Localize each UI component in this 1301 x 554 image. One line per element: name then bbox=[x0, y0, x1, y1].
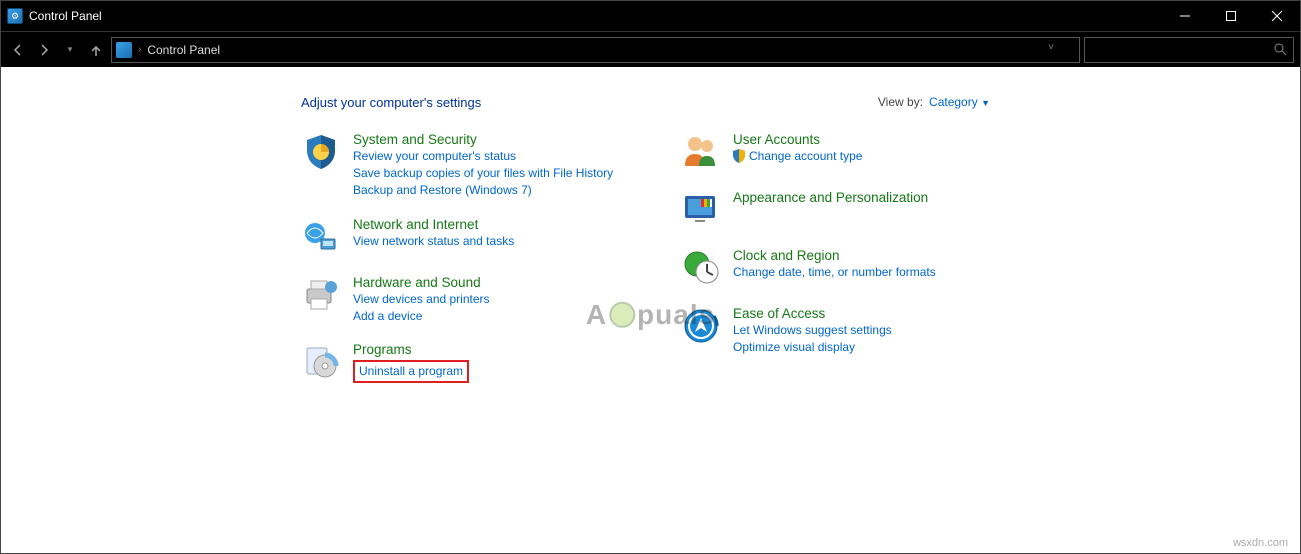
category-link[interactable]: Save backup copies of your files with Fi… bbox=[353, 165, 613, 181]
uninstall-program-link[interactable]: Uninstall a program bbox=[359, 364, 463, 378]
back-button[interactable] bbox=[7, 39, 29, 61]
content-area: Adjust your computer's settings View by:… bbox=[1, 67, 1300, 553]
control-panel-icon: ⚙ bbox=[7, 8, 23, 24]
category-system-security: System and Security Review your computer… bbox=[301, 132, 641, 199]
category-link[interactable]: View network status and tasks bbox=[353, 233, 514, 249]
window-title: Control Panel bbox=[29, 9, 102, 23]
uac-shield-icon bbox=[733, 149, 745, 163]
navbar: ▾ › Control Panel ˅ bbox=[1, 31, 1300, 67]
shield-icon bbox=[301, 132, 341, 172]
close-button[interactable] bbox=[1254, 1, 1300, 31]
forward-button[interactable] bbox=[33, 39, 55, 61]
category-column-left: System and Security Review your computer… bbox=[301, 132, 641, 383]
globe-network-icon bbox=[301, 217, 341, 257]
category-column-right: User Accounts Change account type Appear… bbox=[681, 132, 1021, 383]
address-dropdown-icon[interactable]: ˅ bbox=[1048, 42, 1054, 58]
category-hardware-sound: Hardware and Sound View devices and prin… bbox=[301, 275, 641, 324]
highlight-box: Uninstall a program bbox=[353, 360, 469, 383]
disc-box-icon bbox=[301, 342, 341, 382]
maximize-button[interactable] bbox=[1208, 1, 1254, 31]
footer-attribution: wsxdn.com bbox=[1233, 537, 1288, 549]
titlebar: ⚙ Control Panel bbox=[1, 1, 1300, 31]
breadcrumb-root[interactable]: Control Panel bbox=[147, 43, 220, 57]
category-clock-region: Clock and Region Change date, time, or n… bbox=[681, 248, 1021, 288]
category-ease-of-access: Ease of Access Let Windows suggest setti… bbox=[681, 306, 1021, 355]
ease-of-access-icon bbox=[681, 306, 721, 346]
chevron-right-icon: › bbox=[138, 44, 141, 55]
minimize-button[interactable] bbox=[1162, 1, 1208, 31]
monitor-colors-icon bbox=[681, 190, 721, 230]
category-title[interactable]: System and Security bbox=[353, 132, 613, 147]
address-bar[interactable]: › Control Panel ˅ bbox=[111, 37, 1080, 63]
category-link[interactable]: Optimize visual display bbox=[733, 339, 892, 355]
category-link[interactable]: Add a device bbox=[353, 308, 490, 324]
category-title[interactable]: User Accounts bbox=[733, 132, 862, 147]
category-link[interactable]: Change date, time, or number formats bbox=[733, 264, 936, 280]
category-title[interactable]: Network and Internet bbox=[353, 217, 514, 232]
view-by-label: View by: bbox=[878, 95, 923, 109]
view-by-dropdown[interactable]: Category ▼ bbox=[929, 95, 990, 109]
category-title[interactable]: Programs bbox=[353, 342, 469, 357]
window-controls bbox=[1162, 1, 1300, 31]
category-link[interactable]: View devices and printers bbox=[353, 291, 490, 307]
printer-icon bbox=[301, 275, 341, 315]
chevron-down-icon: ▼ bbox=[981, 98, 990, 108]
category-appearance: Appearance and Personalization bbox=[681, 190, 1021, 230]
search-input[interactable] bbox=[1084, 37, 1294, 63]
refresh-button[interactable] bbox=[1062, 42, 1075, 58]
category-link[interactable]: Change account type bbox=[733, 148, 862, 164]
page-heading: Adjust your computer's settings bbox=[301, 95, 1300, 110]
category-programs: Programs Uninstall a program bbox=[301, 342, 641, 383]
category-link[interactable]: Review your computer's status bbox=[353, 148, 613, 164]
search-icon bbox=[1274, 43, 1287, 56]
history-dropdown[interactable]: ▾ bbox=[59, 39, 81, 61]
clock-globe-icon bbox=[681, 248, 721, 288]
category-network-internet: Network and Internet View network status… bbox=[301, 217, 641, 257]
users-icon bbox=[681, 132, 721, 172]
category-link[interactable]: Let Windows suggest settings bbox=[733, 322, 892, 338]
category-user-accounts: User Accounts Change account type bbox=[681, 132, 1021, 172]
category-title[interactable]: Hardware and Sound bbox=[353, 275, 490, 290]
view-by-row: View by: Category ▼ bbox=[878, 95, 990, 109]
category-title[interactable]: Ease of Access bbox=[733, 306, 892, 321]
category-title[interactable]: Clock and Region bbox=[733, 248, 936, 263]
category-title[interactable]: Appearance and Personalization bbox=[733, 190, 928, 205]
up-button[interactable] bbox=[85, 39, 107, 61]
address-icon bbox=[116, 42, 132, 58]
category-link[interactable]: Backup and Restore (Windows 7) bbox=[353, 182, 613, 198]
